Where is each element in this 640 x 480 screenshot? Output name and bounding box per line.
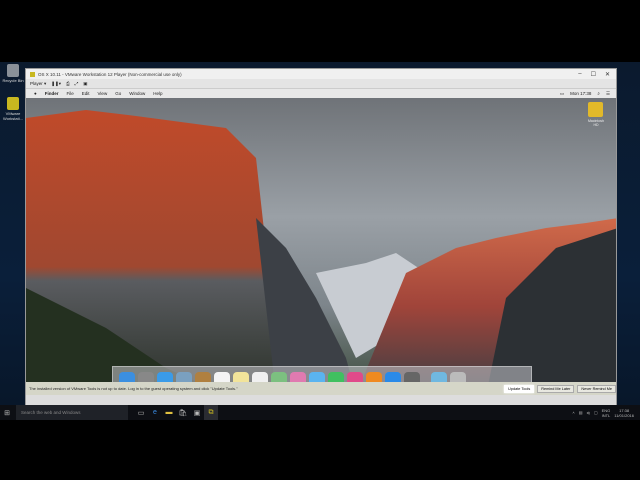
vmware-logo-icon <box>30 71 35 77</box>
fullscreen-icon[interactable]: ⤢ <box>75 81 79 86</box>
icon-label: VMware Workstati... <box>3 111 23 121</box>
pause-icon[interactable]: ❚❚▾ <box>51 81 61 87</box>
store-icon[interactable]: 🛍 <box>176 405 190 420</box>
language-indicator[interactable]: ENG INTL <box>602 408 611 418</box>
mac-menu-bar: ● Finder File Edit View Go Window Help ▭… <box>26 89 616 98</box>
clock-tray[interactable]: 17:38 11/01/2016 <box>614 408 634 418</box>
player-menu[interactable]: Player ▾ <box>30 81 46 87</box>
task-view-icon[interactable]: ▭ <box>134 405 148 420</box>
unity-icon[interactable]: ▣ <box>83 81 87 87</box>
edge-icon[interactable]: e <box>148 405 162 420</box>
title-bar: OS X 10.11 - VMware Workstation 12 Playe… <box>26 69 616 79</box>
clock[interactable]: Mon 17:38 <box>570 91 591 97</box>
spotlight-icon[interactable]: ⌕ <box>597 91 600 97</box>
action-center-icon[interactable]: ▢ <box>594 410 598 415</box>
close-button[interactable]: ✕ <box>605 71 610 78</box>
menu-file[interactable]: File <box>66 91 73 96</box>
hdd-label: Macintosh HD <box>588 119 604 127</box>
system-tray: ˄ ▤ ◂) ▢ ENG INTL 17:38 11/01/2016 <box>572 408 640 418</box>
menu-view[interactable]: View <box>98 91 108 96</box>
volume-icon[interactable]: ◂) <box>586 410 589 415</box>
send-ctrl-alt-del-icon[interactable]: ⎙ <box>66 81 70 86</box>
airplay-icon[interactable]: ▭ <box>560 91 564 97</box>
vmware-shortcut-icon[interactable]: VMware Workstati... <box>2 97 24 121</box>
minimize-button[interactable]: – <box>578 71 581 78</box>
hard-drive-icon[interactable]: Macintosh HD <box>588 102 604 127</box>
recycle-bin-icon[interactable]: Recycle Bin <box>2 64 24 83</box>
search-box[interactable]: Search the web and Windows <box>16 405 128 420</box>
el-capitan-wallpaper <box>26 110 616 395</box>
toolbar: Player ▾ ❚❚▾ ⎙ ⤢ ▣ <box>26 79 616 89</box>
maximize-button[interactable]: ☐ <box>591 71 596 78</box>
file-explorer-icon[interactable]: ▬ <box>162 405 176 420</box>
menu-help[interactable]: Help <box>153 91 162 96</box>
mac-desktop: Macintosh HD The installed version of VM… <box>26 98 616 395</box>
remind-later-button[interactable]: Remind Me Later <box>537 384 575 393</box>
network-icon[interactable]: ▤ <box>579 410 583 415</box>
taskbar: ⊞ Search the web and Windows ▭ e ▬ 🛍 ▣ ⧉… <box>0 405 640 420</box>
vmware-window: OS X 10.11 - VMware Workstation 12 Playe… <box>25 68 617 407</box>
window-title: OS X 10.11 - VMware Workstation 12 Playe… <box>38 71 182 77</box>
vmware-tools-notification: The installed version of VMware Tools is… <box>26 382 616 395</box>
vmware-taskbar-icon[interactable]: ⧉ <box>204 405 218 420</box>
notification-center-icon[interactable]: ☰ <box>606 91 610 97</box>
menu-finder[interactable]: Finder <box>45 91 59 96</box>
search-placeholder: Search the web and Windows <box>21 410 81 415</box>
menu-window[interactable]: Window <box>129 91 145 96</box>
tray-date: 11/01/2016 <box>614 412 634 418</box>
notification-message: The installed version of VMware Tools is… <box>29 386 238 391</box>
menu-go[interactable]: Go <box>115 91 121 96</box>
app-icon[interactable]: ▣ <box>190 405 204 420</box>
start-button[interactable]: ⊞ <box>0 405 14 420</box>
never-remind-button[interactable]: Never Remind Me <box>577 384 616 393</box>
apple-icon[interactable]: ● <box>34 91 37 96</box>
icon-label: Recycle Bin <box>2 78 24 83</box>
update-tools-button[interactable]: Update Tools <box>504 384 535 393</box>
menu-edit[interactable]: Edit <box>82 91 90 96</box>
tray-chevron-icon[interactable]: ˄ <box>572 410 574 415</box>
lang2: INTL <box>601 412 611 418</box>
